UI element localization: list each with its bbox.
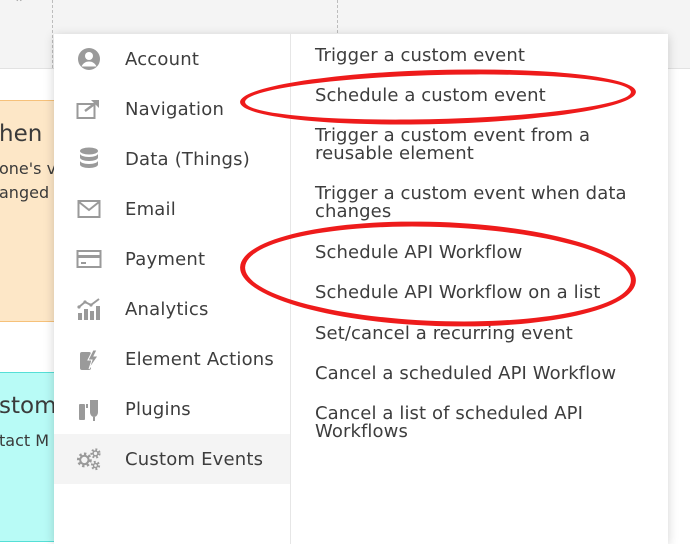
- dashed-guide-left: [52, 0, 53, 68]
- category-email[interactable]: Email: [54, 184, 290, 234]
- action-schedule-api-workflow[interactable]: Schedule API Workflow: [315, 244, 645, 262]
- category-label: Account: [125, 48, 200, 70]
- category-label: Plugins: [125, 398, 191, 420]
- action-menu: Account Navigation Data (Things) Email P…: [54, 34, 668, 544]
- category-label: Navigation: [125, 98, 225, 120]
- category-navigation[interactable]: Navigation: [54, 84, 290, 134]
- action-schedule-custom-event[interactable]: Schedule a custom event: [315, 87, 645, 105]
- card-title: hen: [0, 121, 43, 147]
- element-actions-icon: [76, 346, 102, 372]
- action-trigger-custom-event-when-data-changes[interactable]: Trigger a custom event when data changes: [315, 185, 645, 221]
- card-text: anged: [0, 183, 50, 202]
- card-text: tact M: [0, 431, 50, 450]
- category-label: Payment: [125, 248, 206, 270]
- category-label: Email: [125, 198, 176, 220]
- database-icon: [76, 146, 102, 172]
- action-set-cancel-recurring-event[interactable]: Set/cancel a recurring event: [315, 325, 645, 343]
- account-icon: [76, 46, 102, 72]
- action-cancel-list-of-scheduled-api-workflows[interactable]: Cancel a list of scheduled API Workflows: [315, 405, 645, 441]
- category-label: Analytics: [125, 298, 209, 320]
- category-label: Data (Things): [125, 148, 250, 170]
- category-data-things[interactable]: Data (Things): [54, 134, 290, 184]
- category-label: Custom Events: [125, 448, 264, 470]
- payment-icon: [76, 246, 102, 272]
- category-analytics[interactable]: Analytics: [54, 284, 290, 334]
- action-trigger-custom-event[interactable]: Trigger a custom event: [315, 47, 645, 65]
- category-plugins[interactable]: Plugins: [54, 384, 290, 434]
- action-schedule-api-workflow-on-list[interactable]: Schedule API Workflow on a list: [315, 284, 645, 302]
- category-label: Element Actions: [125, 348, 274, 370]
- navigation-icon: [76, 96, 102, 122]
- email-icon: [76, 196, 102, 222]
- card-text: one's v: [0, 159, 57, 178]
- card-title: stom: [0, 393, 57, 419]
- action-cancel-scheduled-api-workflow[interactable]: Cancel a scheduled API Workflow: [315, 365, 645, 383]
- category-account[interactable]: Account: [54, 34, 290, 84]
- category-custom-events[interactable]: Custom Events: [54, 434, 290, 484]
- action-trigger-custom-event-from-reusable[interactable]: Trigger a custom event from a reusable e…: [315, 127, 645, 163]
- caret-up-icon: ⌃: [14, 0, 25, 10]
- menu-divider: [290, 34, 291, 544]
- analytics-icon: [76, 296, 102, 322]
- gears-icon: [76, 446, 102, 472]
- plugins-icon: [76, 396, 102, 422]
- category-element-actions[interactable]: Element Actions: [54, 334, 290, 384]
- category-payment[interactable]: Payment: [54, 234, 290, 284]
